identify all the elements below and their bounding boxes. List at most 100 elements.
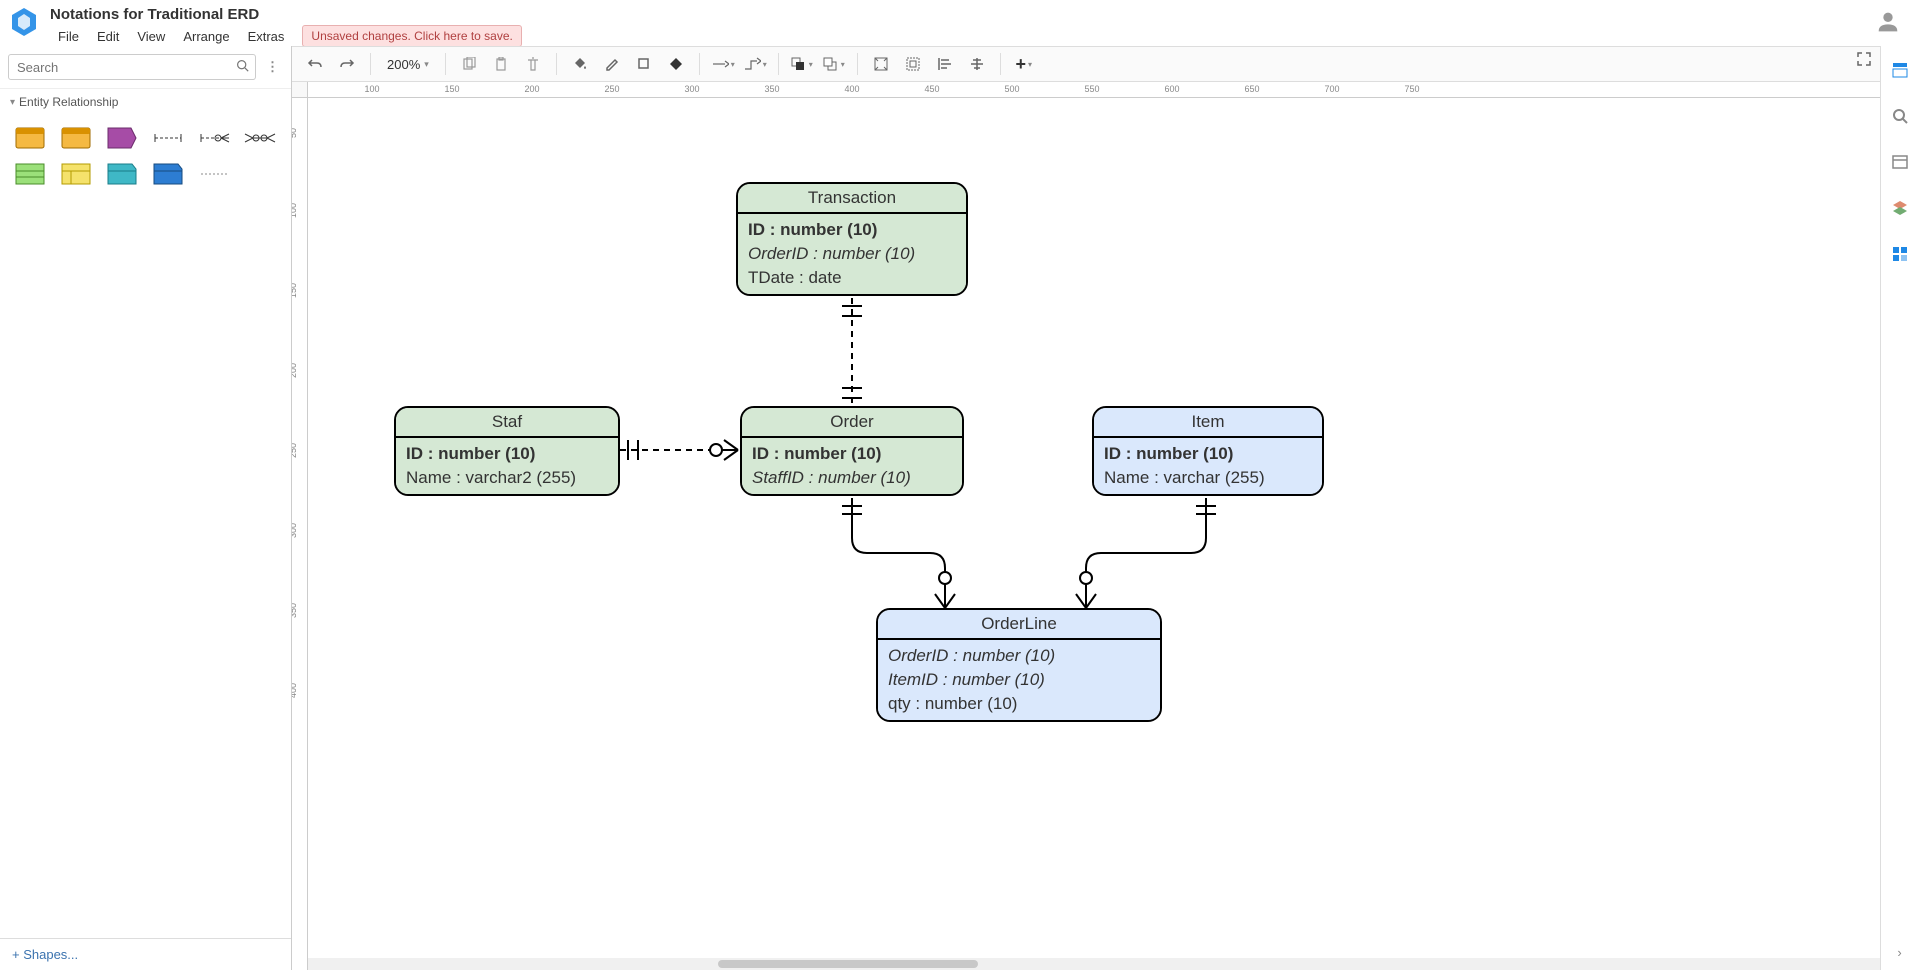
ruler-tick: 100 [292, 203, 298, 218]
more-shapes-button[interactable]: + Shapes... [0, 938, 291, 970]
menu-arrange[interactable]: Arrange [175, 26, 237, 47]
entity-order[interactable]: Order ID : number (10) StaffID : number … [740, 406, 964, 496]
shadow-button[interactable] [631, 51, 657, 77]
shape-relation-1to1[interactable] [148, 123, 188, 153]
menu-edit[interactable]: Edit [89, 26, 127, 47]
menu-view[interactable]: View [129, 26, 173, 47]
format-panel-button[interactable] [1888, 58, 1912, 82]
ruler-corner [292, 82, 308, 98]
copy-button[interactable] [456, 51, 482, 77]
align-left-button[interactable] [932, 51, 958, 77]
shape-relation-manytomany[interactable] [240, 123, 280, 153]
save-status-badge[interactable]: Unsaved changes. Click here to save. [302, 25, 521, 47]
menu-file[interactable]: File [50, 26, 87, 47]
entity-transaction[interactable]: Transaction ID : number (10) OrderID : n… [736, 182, 968, 296]
entity-title: Transaction [738, 184, 966, 214]
entity-field[interactable]: ID : number (10) [1104, 442, 1312, 466]
menubar: File Edit View Arrange Extras Unsaved ch… [50, 25, 522, 47]
entity-field[interactable]: ID : number (10) [752, 442, 952, 466]
layers-panel-button[interactable] [1888, 196, 1912, 220]
waypoints-button[interactable]: ▾ [742, 51, 768, 77]
toolbar-separator [445, 53, 446, 75]
delete-button[interactable] [520, 51, 546, 77]
entity-body: ID : number (10) OrderID : number (10) T… [738, 214, 966, 294]
vertical-ruler[interactable]: 50 100 150 200 250 300 350 400 [292, 98, 308, 970]
entity-field[interactable]: OrderID : number (10) [888, 644, 1150, 668]
shape-entity-teal[interactable] [102, 159, 142, 189]
entity-staff[interactable]: Staf ID : number (10) Name : varchar2 (2… [394, 406, 620, 496]
horizontal-ruler[interactable]: 100 150 200 250 300 350 400 450 500 550 … [308, 82, 1880, 98]
diagram-page[interactable]: Transaction ID : number (10) OrderID : n… [308, 98, 1880, 970]
app-header: Notations for Traditional ERD File Edit … [0, 0, 1918, 46]
outline-panel-button[interactable] [1888, 150, 1912, 174]
diagram-edges [308, 98, 1880, 970]
shape-table-orange2[interactable] [56, 123, 96, 153]
shape-entity-yellow[interactable] [56, 159, 96, 189]
shape-table-orange[interactable] [10, 123, 50, 153]
entity-body: ID : number (10) Name : varchar2 (255) [396, 438, 618, 494]
user-account-icon[interactable] [1874, 8, 1902, 39]
shape-entity-blue[interactable] [148, 159, 188, 189]
insert-button[interactable]: +▾ [1011, 51, 1037, 77]
ruler-tick: 200 [524, 84, 539, 94]
entity-body: ID : number (10) Name : varchar (255) [1094, 438, 1322, 494]
search-icon[interactable] [236, 59, 249, 75]
zoom-fit-button[interactable] [900, 51, 926, 77]
horizontal-scrollbar[interactable] [308, 958, 1880, 970]
entity-field[interactable]: ID : number (10) [406, 442, 608, 466]
ruler-tick: 150 [292, 283, 298, 298]
to-back-button[interactable]: ▾ [821, 51, 847, 77]
ruler-tick: 400 [844, 84, 859, 94]
entity-orderline[interactable]: OrderLine OrderID : number (10) ItemID :… [876, 608, 1162, 722]
search-row: ⋮ [0, 46, 291, 89]
entity-field[interactable]: ItemID : number (10) [888, 668, 1150, 692]
to-front-button[interactable]: ▾ [789, 51, 815, 77]
fullscreen-button[interactable] [1856, 51, 1872, 70]
toolbar-separator [556, 53, 557, 75]
canvas-area: 100 150 200 250 300 350 400 450 500 550 … [292, 82, 1880, 970]
ruler-tick: 550 [1084, 84, 1099, 94]
search-input[interactable] [9, 60, 255, 75]
entity-title: Item [1094, 408, 1322, 438]
align-center-button[interactable] [964, 51, 990, 77]
redo-button[interactable] [334, 51, 360, 77]
app-logo[interactable] [8, 6, 40, 38]
shape-hr-line[interactable] [194, 159, 234, 189]
sidebar-more-icon[interactable]: ⋮ [262, 59, 283, 75]
ruler-tick: 50 [292, 128, 298, 138]
collapse-rail-button[interactable]: › [1897, 945, 1901, 960]
undo-button[interactable] [302, 51, 328, 77]
ruler-tick: 150 [444, 84, 459, 94]
toolbar-separator [857, 53, 858, 75]
entity-field[interactable]: ID : number (10) [748, 218, 956, 242]
entity-field[interactable]: Name : varchar (255) [1104, 466, 1312, 490]
edge-transaction-order [842, 298, 862, 406]
shape-relation-1tomany[interactable] [194, 123, 234, 153]
entity-field[interactable]: StaffID : number (10) [752, 466, 952, 490]
shape-table-purple[interactable] [102, 123, 142, 153]
connection-button[interactable]: ▾ [710, 51, 736, 77]
zoom-selector[interactable]: 200% [381, 57, 435, 72]
document-title[interactable]: Notations for Traditional ERD [50, 4, 522, 25]
paste-button[interactable] [488, 51, 514, 77]
entity-field[interactable]: OrderID : number (10) [748, 242, 956, 266]
scrollbar-thumb[interactable] [718, 960, 978, 968]
entity-field[interactable]: qty : number (10) [888, 692, 1150, 716]
entity-item[interactable]: Item ID : number (10) Name : varchar (25… [1092, 406, 1324, 496]
edge-order-orderline [842, 498, 955, 608]
menu-extras[interactable]: Extras [240, 26, 293, 47]
title-area: Notations for Traditional ERD File Edit … [50, 4, 522, 47]
search-panel-button[interactable] [1888, 104, 1912, 128]
ruler-tick: 100 [364, 84, 379, 94]
entity-field[interactable]: TDate : date [748, 266, 956, 290]
shape-entity-green[interactable] [10, 159, 50, 189]
shapes-palette [0, 115, 291, 197]
entity-field[interactable]: Name : varchar2 (255) [406, 466, 608, 490]
palette-section-header[interactable]: Entity Relationship [0, 89, 291, 115]
fit-page-button[interactable] [868, 51, 894, 77]
line-color-button[interactable] [599, 51, 625, 77]
tags-panel-button[interactable] [1888, 242, 1912, 266]
style-button[interactable] [663, 51, 689, 77]
fill-color-button[interactable] [567, 51, 593, 77]
ruler-tick: 250 [604, 84, 619, 94]
